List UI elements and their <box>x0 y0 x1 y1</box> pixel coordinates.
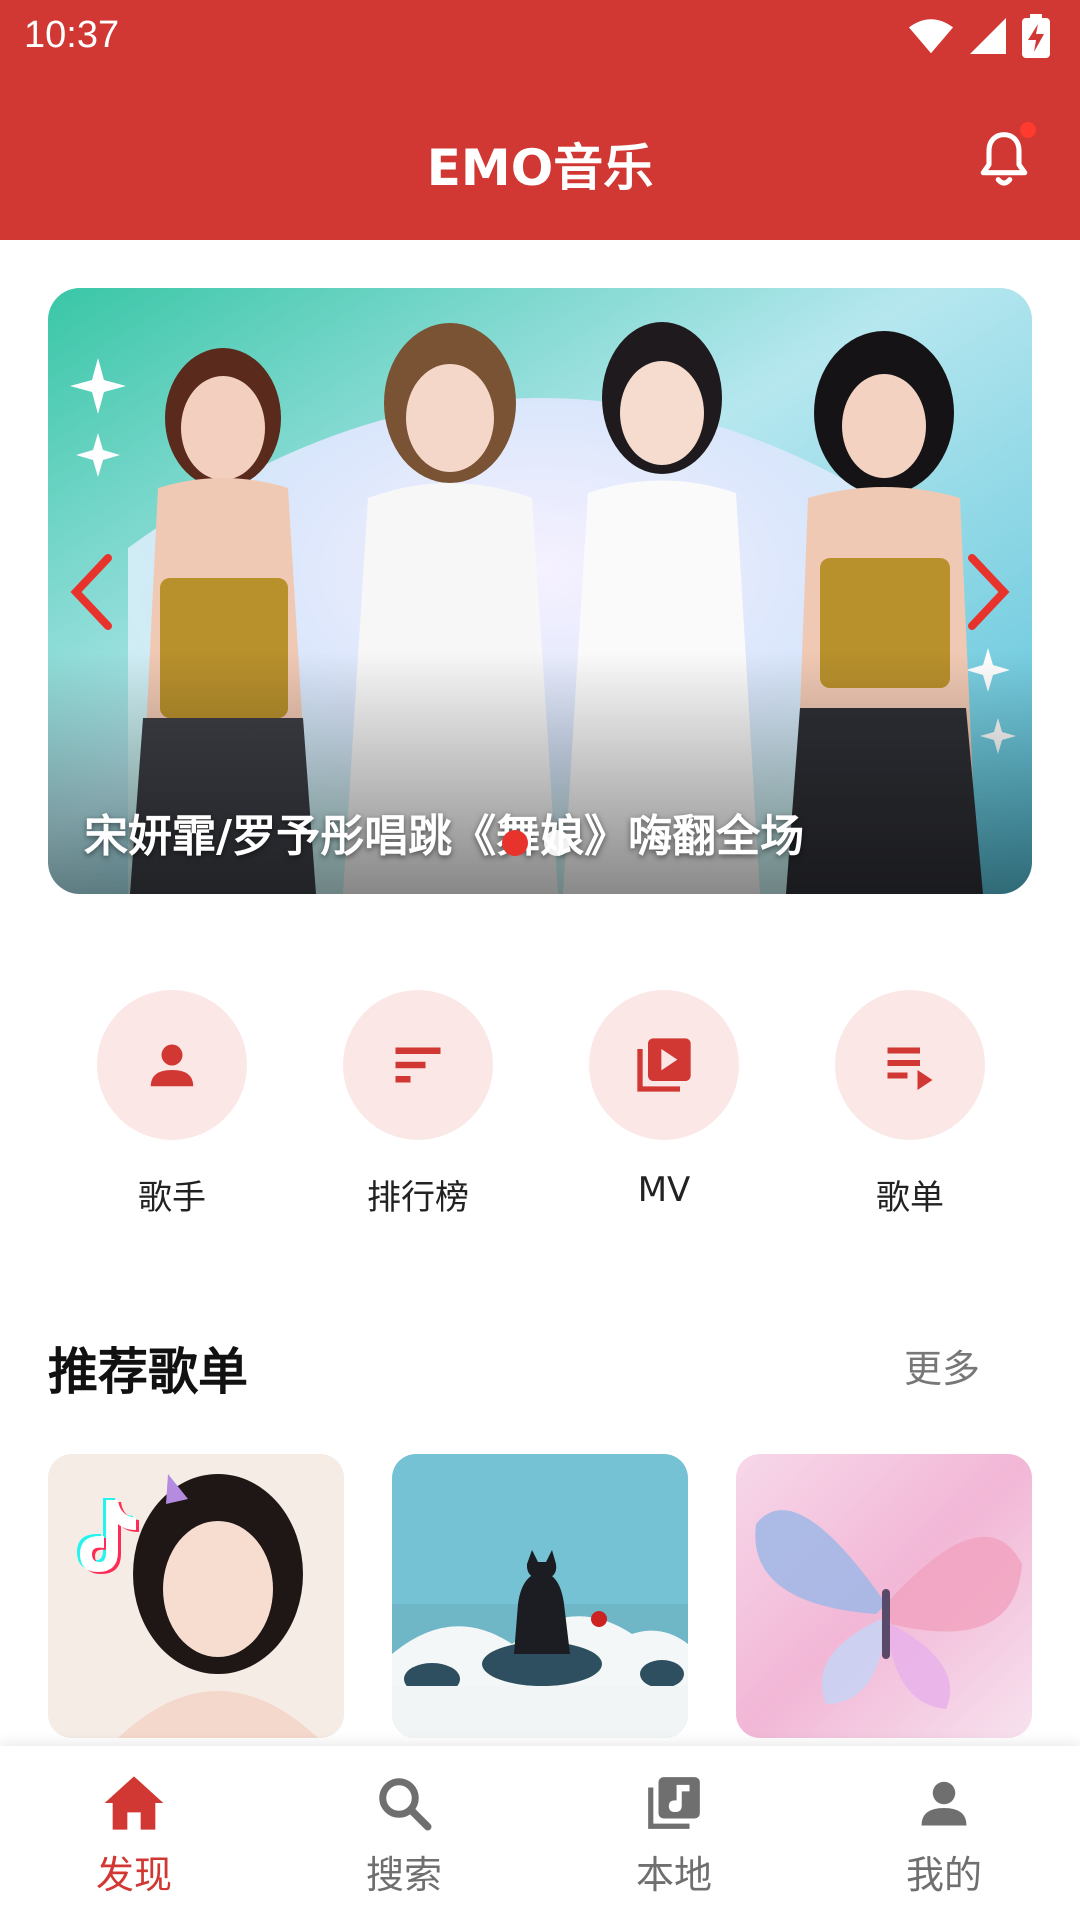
notification-badge <box>1018 120 1038 140</box>
wifi-icon <box>908 19 954 54</box>
quick-item-label: 歌手 <box>138 1178 206 1218</box>
quick-item-mv[interactable]: MV <box>564 990 764 1210</box>
banner-carousel[interactable]: 宋妍霏/罗予彤唱跳《舞娘》嗨翻全场 <box>48 288 1032 894</box>
video-library-icon <box>637 1038 691 1092</box>
playlist-cover-image <box>736 1454 1032 1738</box>
nav-tab-discover[interactable]: 发现 <box>34 1770 234 1899</box>
chevron-left-icon <box>70 554 112 630</box>
quick-item-charts[interactable]: 排行榜 <box>318 990 518 1219</box>
quick-item-label: 排行榜 <box>367 1178 469 1218</box>
more-link[interactable]: 更多 <box>904 1338 980 1393</box>
nav-label: 搜索 <box>365 1853 442 1897</box>
nav-label: 本地 <box>635 1853 712 1897</box>
playlist-card[interactable] <box>48 1454 344 1738</box>
bottom-navigation: 发现 搜索 本地 我的 <box>0 1746 1080 1920</box>
playlist-card[interactable] <box>736 1454 1032 1738</box>
banner-caption: 宋妍霏/罗予彤唱跳《舞娘》嗨翻全场 <box>84 811 805 862</box>
nav-tab-search[interactable]: 搜索 <box>304 1770 504 1899</box>
person-icon <box>921 1781 967 1826</box>
battery-charging-icon <box>1022 14 1050 58</box>
playlist-card[interactable] <box>392 1454 688 1738</box>
nav-tab-local[interactable]: 本地 <box>574 1770 774 1899</box>
section-title: 推荐歌单 <box>48 1343 248 1401</box>
banner-next-button[interactable] <box>954 544 1024 640</box>
sort-icon <box>395 1047 441 1083</box>
carousel-indicator <box>502 830 570 856</box>
quick-menu: 歌手 排行榜 MV 歌单 <box>0 990 1080 1230</box>
quick-item-singers[interactable]: 歌手 <box>72 990 272 1219</box>
quick-item-playlists[interactable]: 歌单 <box>810 990 1010 1219</box>
playlist-cover-image <box>392 1454 688 1738</box>
playlist-play-icon <box>887 1047 933 1090</box>
nav-label: 发现 <box>95 1853 172 1897</box>
status-icons <box>908 14 1050 58</box>
carousel-dot[interactable] <box>544 830 570 856</box>
app-title: EMO音乐 <box>426 139 654 197</box>
home-icon <box>104 1776 164 1830</box>
notification-button[interactable] <box>964 120 1044 200</box>
person-icon <box>150 1044 194 1087</box>
nav-tab-mine[interactable]: 我的 <box>844 1770 1044 1899</box>
app-bar: 10:37 EMO音乐 <box>0 0 1080 240</box>
search-icon <box>379 1778 432 1831</box>
signal-icon <box>970 18 1006 54</box>
library-music-icon <box>648 1777 700 1829</box>
banner-prev-button[interactable] <box>56 544 126 640</box>
status-time: 10:37 <box>24 14 120 56</box>
nav-label: 我的 <box>905 1853 982 1897</box>
carousel-dot-active[interactable] <box>502 830 528 856</box>
chevron-right-icon <box>968 554 1010 630</box>
playlist-card-row <box>48 1454 1032 1738</box>
quick-item-label: MV <box>637 1170 691 1210</box>
quick-item-label: 歌单 <box>876 1178 944 1218</box>
playlist-cover-image <box>48 1454 344 1738</box>
